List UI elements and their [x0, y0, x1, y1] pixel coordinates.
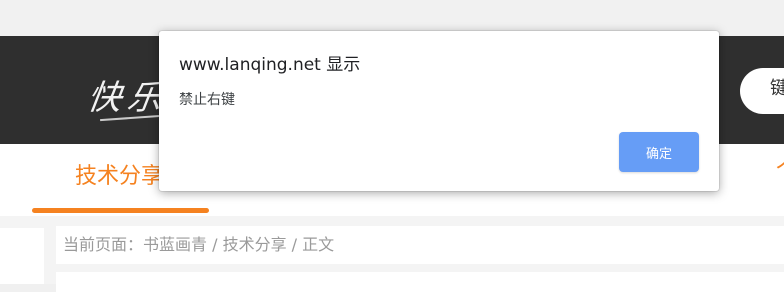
nav-item-tech-share[interactable]: 技术分享 — [75, 166, 163, 188]
nav-active-indicator — [32, 208, 209, 213]
nav-item-partial[interactable]: 个 — [776, 160, 784, 182]
search-box-text: 键 — [770, 78, 784, 99]
breadcrumb: 当前页面：书蓝画青 / 技术分享 / 正文 — [63, 235, 335, 254]
alert-dialog: www.lanqing.net 显示 禁止右键 确定 — [159, 31, 719, 191]
article-card — [56, 272, 784, 292]
left-sidebar — [0, 228, 44, 284]
dialog-title: www.lanqing.net 显示 — [179, 55, 361, 75]
ok-button[interactable]: 确定 — [619, 132, 699, 172]
dialog-message: 禁止右键 — [179, 92, 235, 108]
